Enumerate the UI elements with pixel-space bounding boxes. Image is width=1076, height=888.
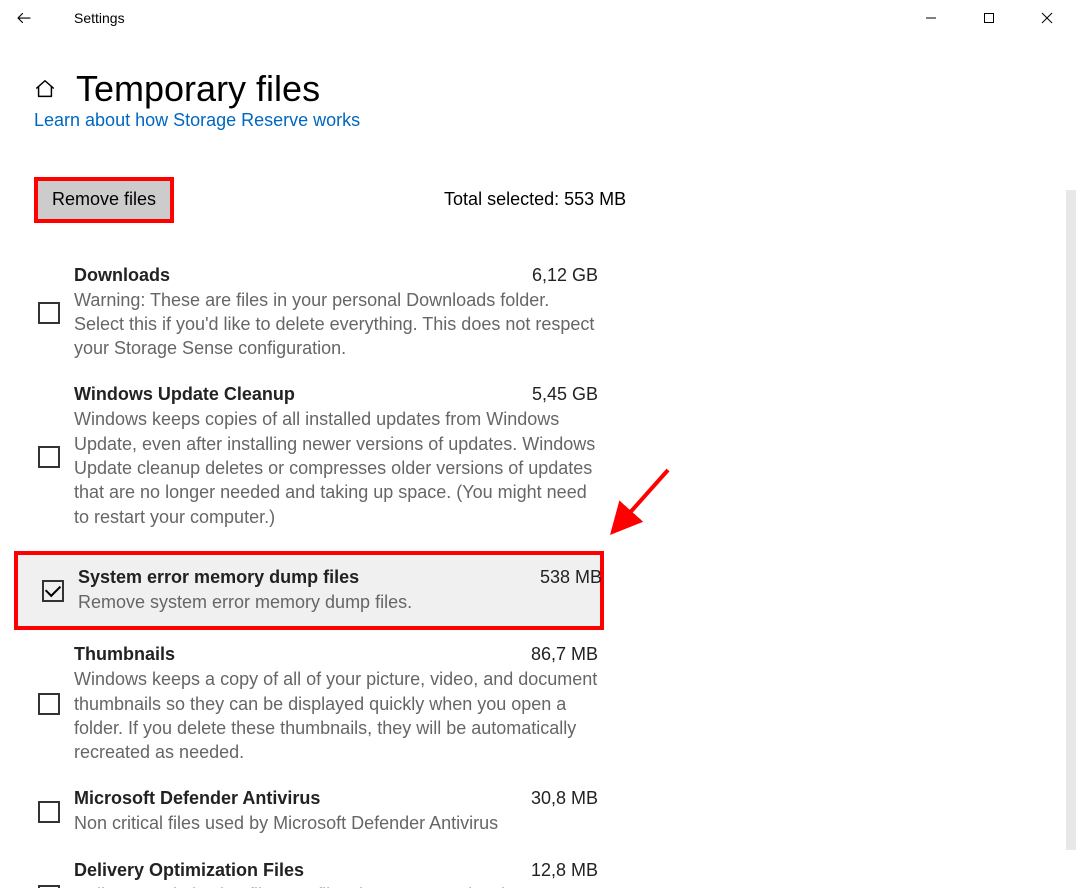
page-title: Temporary files [76,68,320,110]
minimize-icon [925,12,937,24]
highlighted-item: System error memory dump files 538 MB Re… [14,551,604,630]
total-selected-label: Total selected: 553 MB [444,189,626,210]
remove-files-button[interactable]: Remove files [34,177,174,223]
maximize-button[interactable] [960,0,1018,36]
checkbox[interactable] [38,693,60,715]
checkbox[interactable] [38,885,60,888]
item-body: System error memory dump files 538 MB Re… [78,567,602,614]
item-top: Delivery Optimization Files 12,8 MB [74,860,598,881]
item-body: Thumbnails 86,7 MB Windows keeps a copy … [74,644,598,764]
item-top: Downloads 6,12 GB [74,265,598,286]
action-row: Remove files Total selected: 553 MB [34,177,1042,223]
checkbox[interactable] [38,446,60,468]
close-icon [1041,12,1053,24]
item-size: 12,8 MB [531,860,598,881]
item-title: Downloads [74,265,170,286]
title-bar: Settings [0,0,1076,36]
item-title: Thumbnails [74,644,175,665]
list-item[interactable]: Downloads 6,12 GB Warning: These are fil… [34,259,602,379]
item-size: 6,12 GB [532,265,598,286]
list-item[interactable]: Delivery Optimization Files 12,8 MB Deli… [34,854,602,888]
item-size: 30,8 MB [531,788,598,809]
checkbox-wrap [38,265,74,361]
item-top: System error memory dump files 538 MB [78,567,602,588]
item-description: Remove system error memory dump files. [78,590,602,614]
arrow-left-icon [15,9,33,27]
item-description: Windows keeps a copy of all of your pict… [74,667,598,764]
checkbox-wrap [38,788,74,835]
close-button[interactable] [1018,0,1076,36]
item-description: Non critical files used by Microsoft Def… [74,811,598,835]
item-top: Windows Update Cleanup 5,45 GB [74,384,598,405]
item-title: Windows Update Cleanup [74,384,295,405]
house-icon [34,78,56,100]
item-body: Microsoft Defender Antivirus 30,8 MB Non… [74,788,598,835]
home-icon[interactable] [34,78,56,100]
storage-reserve-link[interactable]: Learn about how Storage Reserve works [34,110,1042,131]
item-top: Thumbnails 86,7 MB [74,644,598,665]
item-description: Warning: These are files in your persona… [74,288,598,361]
item-body: Windows Update Cleanup 5,45 GB Windows k… [74,384,598,528]
item-body: Downloads 6,12 GB Warning: These are fil… [74,265,598,361]
page-header: Temporary files [34,68,1042,110]
app-title: Settings [74,10,125,26]
item-description: Windows keeps copies of all installed up… [74,407,598,528]
item-size: 5,45 GB [532,384,598,405]
item-title: Microsoft Defender Antivirus [74,788,320,809]
list-item[interactable]: System error memory dump files 538 MB Re… [38,555,606,626]
scrollbar[interactable] [1066,190,1076,850]
file-category-list: Downloads 6,12 GB Warning: These are fil… [34,259,1042,888]
checkbox[interactable] [42,580,64,602]
checkbox-wrap [38,644,74,764]
item-description: Delivery Optimization files are files th… [74,883,598,888]
checkbox-wrap [38,860,74,888]
list-item[interactable]: Microsoft Defender Antivirus 30,8 MB Non… [34,782,602,853]
item-title: Delivery Optimization Files [74,860,304,881]
item-size: 86,7 MB [531,644,598,665]
back-button[interactable] [4,0,44,36]
content-area: Temporary files Learn about how Storage … [0,36,1076,888]
checkbox-wrap [42,567,78,614]
item-size: 538 MB [540,567,602,588]
list-item[interactable]: Thumbnails 86,7 MB Windows keeps a copy … [34,638,602,782]
list-item[interactable]: Windows Update Cleanup 5,45 GB Windows k… [34,378,602,546]
item-body: Delivery Optimization Files 12,8 MB Deli… [74,860,598,888]
item-top: Microsoft Defender Antivirus 30,8 MB [74,788,598,809]
minimize-button[interactable] [902,0,960,36]
checkbox[interactable] [38,302,60,324]
item-title: System error memory dump files [78,567,359,588]
checkbox[interactable] [38,801,60,823]
window-controls [902,0,1076,36]
maximize-icon [983,12,995,24]
checkbox-wrap [38,384,74,528]
